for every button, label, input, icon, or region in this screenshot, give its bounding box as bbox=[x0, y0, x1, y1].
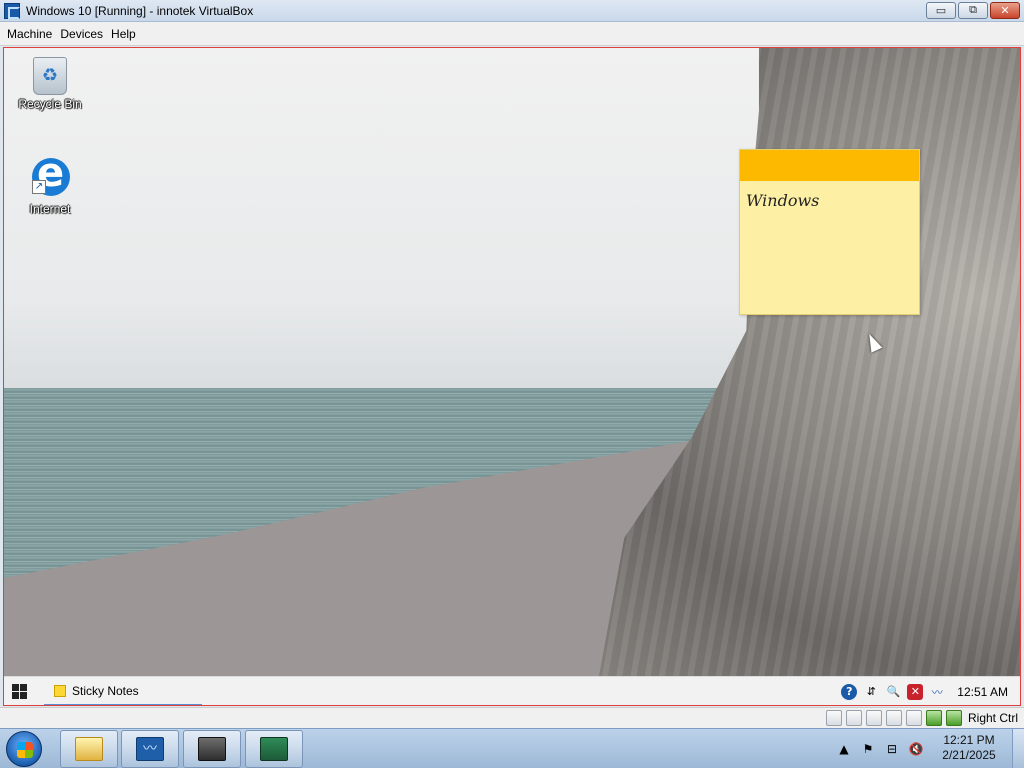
edge-icon: ↗ bbox=[30, 150, 70, 200]
menu-help[interactable]: Help bbox=[107, 24, 140, 44]
desktop-icon-recycle-bin[interactable]: Recycle Bin bbox=[12, 54, 88, 111]
network-adapter-icon[interactable] bbox=[885, 710, 902, 726]
minimize-button[interactable]: ▭ bbox=[926, 2, 956, 19]
keyboard-capture-icon[interactable] bbox=[945, 710, 962, 726]
recycle-bin-icon bbox=[33, 57, 67, 95]
virtualbox-icon bbox=[198, 737, 226, 761]
vbox-status-bar: Right Ctrl bbox=[0, 707, 1024, 728]
explorer-icon bbox=[75, 737, 103, 761]
host-key-label: Right Ctrl bbox=[967, 711, 1018, 725]
wallpaper-wall bbox=[599, 48, 1020, 676]
show-desktop-button[interactable] bbox=[1012, 729, 1024, 768]
chevron-up-icon[interactable]: ▲ bbox=[836, 741, 852, 757]
desktop-wallpaper bbox=[4, 48, 1020, 678]
desktop-icon-label: Recycle Bin bbox=[18, 97, 82, 111]
taskbar-pinned-vbox-monitor[interactable] bbox=[121, 730, 179, 768]
close-button[interactable]: ✕ bbox=[990, 2, 1020, 19]
guest-clock[interactable]: 12:51 AM bbox=[957, 685, 1008, 699]
desktop-icon-label: Internet bbox=[29, 202, 71, 216]
taskbar-pinned-explorer[interactable] bbox=[60, 730, 118, 768]
taskbar-pinned-virtualbox[interactable] bbox=[183, 730, 241, 768]
taskbar-item-sticky-notes[interactable]: Sticky Notes bbox=[44, 677, 202, 705]
menu-devices[interactable]: Devices bbox=[56, 24, 107, 44]
flag-icon[interactable]: ⚑ bbox=[860, 741, 876, 757]
taskbar-item-label: Sticky Notes bbox=[72, 683, 139, 698]
title-bar: Windows 10 [Running] - innotek VirtualBo… bbox=[0, 0, 1024, 22]
menu-machine[interactable]: Machine bbox=[3, 24, 56, 44]
menu-bar: Machine Devices Help bbox=[0, 22, 1024, 46]
volume-muted-icon[interactable]: 🔇 bbox=[908, 741, 924, 757]
window-title: Windows 10 [Running] - innotek VirtualBo… bbox=[26, 3, 254, 18]
monitor-icon bbox=[260, 737, 288, 761]
hard-disk-icon[interactable] bbox=[825, 710, 842, 726]
guest-system-tray: ? ⇵ 🔍 ✕ 〰 12:51 AM bbox=[841, 677, 1008, 705]
vbox-monitor-icon bbox=[136, 737, 164, 761]
shield-error-icon[interactable]: ✕ bbox=[907, 683, 924, 700]
host-clock[interactable]: 12:21 PM 2/21/2025 bbox=[934, 733, 1004, 763]
start-button[interactable] bbox=[4, 677, 34, 706]
desktop-icon-internet[interactable]: ↗ Internet bbox=[12, 150, 88, 216]
floppy-icon[interactable] bbox=[865, 710, 882, 726]
shared-folders-icon[interactable] bbox=[905, 710, 922, 726]
maximize-button[interactable]: ⧉ bbox=[958, 2, 988, 19]
taskbar-pinned-monitor[interactable] bbox=[245, 730, 303, 768]
host-clock-date: 2/21/2025 bbox=[942, 748, 996, 762]
help-icon[interactable]: ? bbox=[841, 683, 858, 700]
virtualbox-icon bbox=[4, 2, 20, 19]
sticky-note[interactable]: Windows bbox=[739, 149, 920, 315]
window-controls: ▭ ⧉ ✕ bbox=[926, 2, 1020, 19]
sticky-note-header[interactable] bbox=[740, 150, 919, 181]
host-taskbar: ▲ ⚑ ⊟ 🔇 12:21 PM 2/21/2025 bbox=[0, 728, 1024, 768]
guest-screen[interactable]: Recycle Bin ↗ Internet Windows Sticky No… bbox=[3, 47, 1021, 706]
vbox-window: Windows 10 [Running] - innotek VirtualBo… bbox=[0, 0, 1024, 768]
mouse-integration-icon[interactable] bbox=[925, 710, 942, 726]
vbox-monitor-icon[interactable]: 〰 bbox=[929, 684, 945, 700]
host-system-tray: ▲ ⚑ ⊟ 🔇 bbox=[836, 741, 924, 757]
status-icons: Right Ctrl bbox=[825, 710, 1018, 726]
sticky-note-text[interactable]: Windows bbox=[740, 181, 919, 220]
windows-start-orb[interactable] bbox=[6, 731, 42, 767]
shortcut-arrow-icon: ↗ bbox=[32, 180, 46, 194]
guest-taskbar: Sticky Notes ? ⇵ 🔍 ✕ 〰 12:51 AM bbox=[4, 676, 1020, 705]
network-icon[interactable]: ⊟ bbox=[884, 741, 900, 757]
optical-drive-icon[interactable] bbox=[845, 710, 862, 726]
search-icon[interactable]: 🔍 bbox=[885, 684, 901, 700]
sticky-notes-icon bbox=[54, 684, 66, 697]
network-icon[interactable]: ⇵ bbox=[863, 684, 879, 700]
host-clock-time: 12:21 PM bbox=[943, 733, 995, 747]
